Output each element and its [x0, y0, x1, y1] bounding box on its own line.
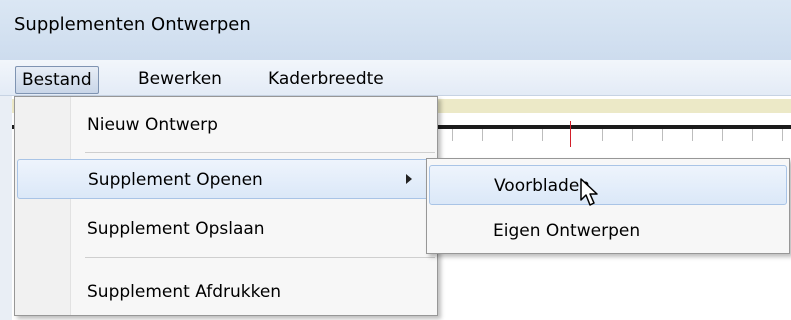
menu-item-supplement-openen[interactable]: Supplement Openen: [17, 159, 435, 199]
menu-item-nieuw-ontwerp[interactable]: Nieuw Ontwerp: [17, 105, 435, 145]
ruler-tick: [752, 129, 753, 141]
ruler-tick: [512, 129, 513, 141]
openen-submenu: Voorbladen Eigen Ontwerpen: [426, 158, 790, 254]
ruler-tick: [782, 129, 783, 141]
menu-bestand[interactable]: Bestand: [15, 66, 99, 94]
ruler-tick: [632, 129, 633, 141]
window-titlebar: Supplementen Ontwerpen: [0, 0, 791, 60]
menu-item-supplement-opslaan[interactable]: Supplement Opslaan: [17, 209, 435, 249]
menu-item-label: Supplement Openen: [88, 170, 263, 190]
menu-item-supplement-afdrukken[interactable]: Supplement Afdrukken: [17, 272, 435, 312]
window-title: Supplementen Ontwerpen: [14, 14, 251, 35]
submenu-item-voorbladen[interactable]: Voorbladen: [429, 165, 787, 205]
ruler-tick: [662, 129, 663, 141]
menu-item-label: Supplement Opslaan: [87, 219, 265, 239]
menu-kaderbreedte[interactable]: Kaderbreedte: [262, 66, 390, 94]
menu-item-label: Supplement Afdrukken: [87, 282, 282, 302]
menu-separator: [85, 257, 435, 258]
menu-item-label: Nieuw Ontwerp: [87, 115, 218, 135]
menu-bar: Bestand Bewerken Kaderbreedte: [0, 60, 791, 96]
arrow-pointer-icon: [580, 178, 598, 206]
ruler-tick: [692, 129, 693, 141]
submenu-item-label: Voorbladen: [494, 176, 591, 196]
ruler-tick: [722, 129, 723, 141]
submenu-item-label: Eigen Ontwerpen: [493, 221, 641, 241]
ruler-tick: [452, 129, 453, 141]
menu-bewerken[interactable]: Bewerken: [132, 66, 228, 94]
file-menu-dropdown: Nieuw Ontwerp Supplement Openen Suppleme…: [14, 96, 438, 316]
ruler-tick: [482, 129, 483, 141]
ruler-tick: [542, 129, 543, 141]
ruler-tick: [602, 129, 603, 141]
chevron-right-icon: [406, 174, 412, 184]
menu-separator: [85, 152, 435, 153]
ruler-marker[interactable]: [570, 121, 571, 147]
submenu-item-eigen-ontwerpen[interactable]: Eigen Ontwerpen: [429, 211, 787, 251]
